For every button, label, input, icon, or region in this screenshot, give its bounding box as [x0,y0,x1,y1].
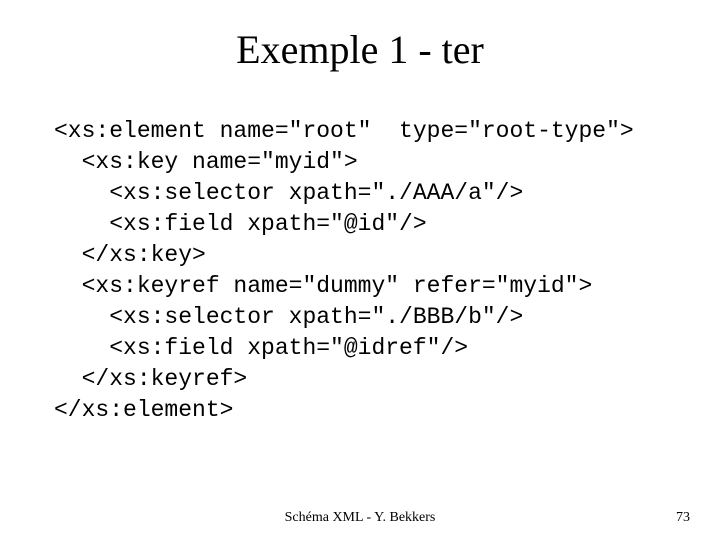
code-line: </xs:keyref> [54,366,247,392]
code-line: <xs:field xpath="@id"/> [54,211,427,237]
code-line: <xs:selector xpath="./BBB/b"/> [54,304,523,330]
code-line: <xs:element name="root" type="root-type"… [54,118,634,144]
code-line: <xs:field xpath="@idref"/> [54,335,468,361]
code-line: <xs:key name="myid"> [54,149,358,175]
code-line: </xs:key> [54,242,206,268]
slide: Exemple 1 - ter <xs:element name="root" … [0,0,720,540]
code-block: <xs:element name="root" type="root-type"… [54,116,634,426]
code-line: <xs:keyref name="dummy" refer="myid"> [54,273,592,299]
code-line: <xs:selector xpath="./AAA/a"/> [54,180,523,206]
slide-title: Exemple 1 - ter [0,26,720,73]
footer-author: Schéma XML - Y. Bekkers [0,510,720,526]
page-number: 73 [676,510,690,526]
code-line: </xs:element> [54,397,233,423]
